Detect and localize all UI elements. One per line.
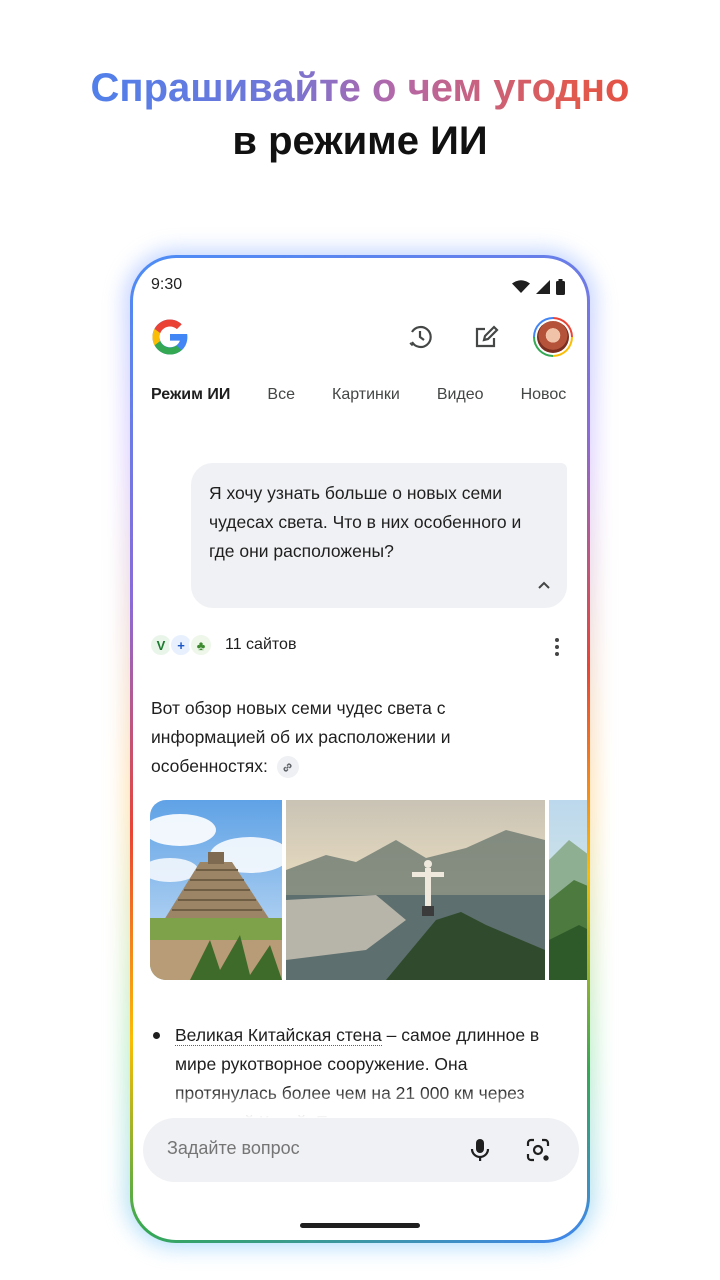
link-icon[interactable] xyxy=(276,756,299,779)
promo-headline: Спрашивайте о чем угодно в режиме ИИ xyxy=(0,64,720,166)
wifi-icon xyxy=(512,280,530,293)
status-bar: 9:30 xyxy=(133,276,587,300)
mic-icon[interactable] xyxy=(467,1137,493,1163)
sources-row[interactable]: V + ♣ 11 сайтов xyxy=(149,633,569,661)
status-time: 9:30 xyxy=(151,276,183,293)
avatar[interactable] xyxy=(533,317,573,357)
headline-line1: Спрашивайте о чем угодно xyxy=(0,64,720,112)
google-g-logo[interactable] xyxy=(149,316,191,358)
tab-video[interactable]: Видео xyxy=(437,386,484,404)
home-indicator[interactable] xyxy=(300,1223,420,1228)
tab-ai-mode[interactable]: Режим ИИ xyxy=(151,386,230,404)
ask-bar xyxy=(143,1118,579,1182)
source-favicons: V + ♣ xyxy=(149,633,213,657)
chichen-itza-image[interactable] xyxy=(150,800,282,980)
user-query-bubble: Я хочу узнать больше о новых семи чудеса… xyxy=(191,463,567,608)
new-chat-icon[interactable] xyxy=(469,320,503,354)
ask-input[interactable] xyxy=(167,1138,447,1159)
christ-the-redeemer-image[interactable] xyxy=(286,800,545,980)
headline-line2: в режиме ИИ xyxy=(232,119,488,163)
tab-all[interactable]: Все xyxy=(267,386,295,404)
landscape-image[interactable] xyxy=(549,800,587,980)
lens-camera-icon[interactable] xyxy=(525,1137,551,1163)
signal-icon xyxy=(536,280,550,294)
source-tree-icon: ♣ xyxy=(189,633,213,657)
answer-intro: Вот обзор новых семи чудес света с инфор… xyxy=(151,694,561,781)
tab-images[interactable]: Картинки xyxy=(332,386,400,404)
battery-icon xyxy=(556,279,565,295)
sources-count: 11 сайтов xyxy=(225,636,297,653)
bullet-dot xyxy=(153,1032,160,1039)
great-wall-link[interactable]: Великая Китайская стена xyxy=(175,1025,382,1046)
history-icon[interactable] xyxy=(403,320,437,354)
phone-screen: 9:30 Режим ИИ Все Картинки Видео Новос Я… xyxy=(133,258,587,1240)
query-text: Я хочу узнать больше о новых семи чудеса… xyxy=(209,483,522,561)
tab-news[interactable]: Новос xyxy=(521,386,567,404)
phone-frame: 9:30 Режим ИИ Все Картинки Видео Новос Я… xyxy=(130,255,590,1243)
more-options-icon[interactable] xyxy=(545,633,569,661)
status-icons xyxy=(512,279,565,295)
chevron-up-icon[interactable] xyxy=(535,576,553,594)
image-carousel xyxy=(150,800,587,980)
search-tabs: Режим ИИ Все Картинки Видео Новос xyxy=(151,386,587,404)
answer-intro-text: Вот обзор новых семи чудес света с инфор… xyxy=(151,698,451,776)
scroll-fade xyxy=(133,1088,587,1118)
top-bar xyxy=(133,316,587,360)
